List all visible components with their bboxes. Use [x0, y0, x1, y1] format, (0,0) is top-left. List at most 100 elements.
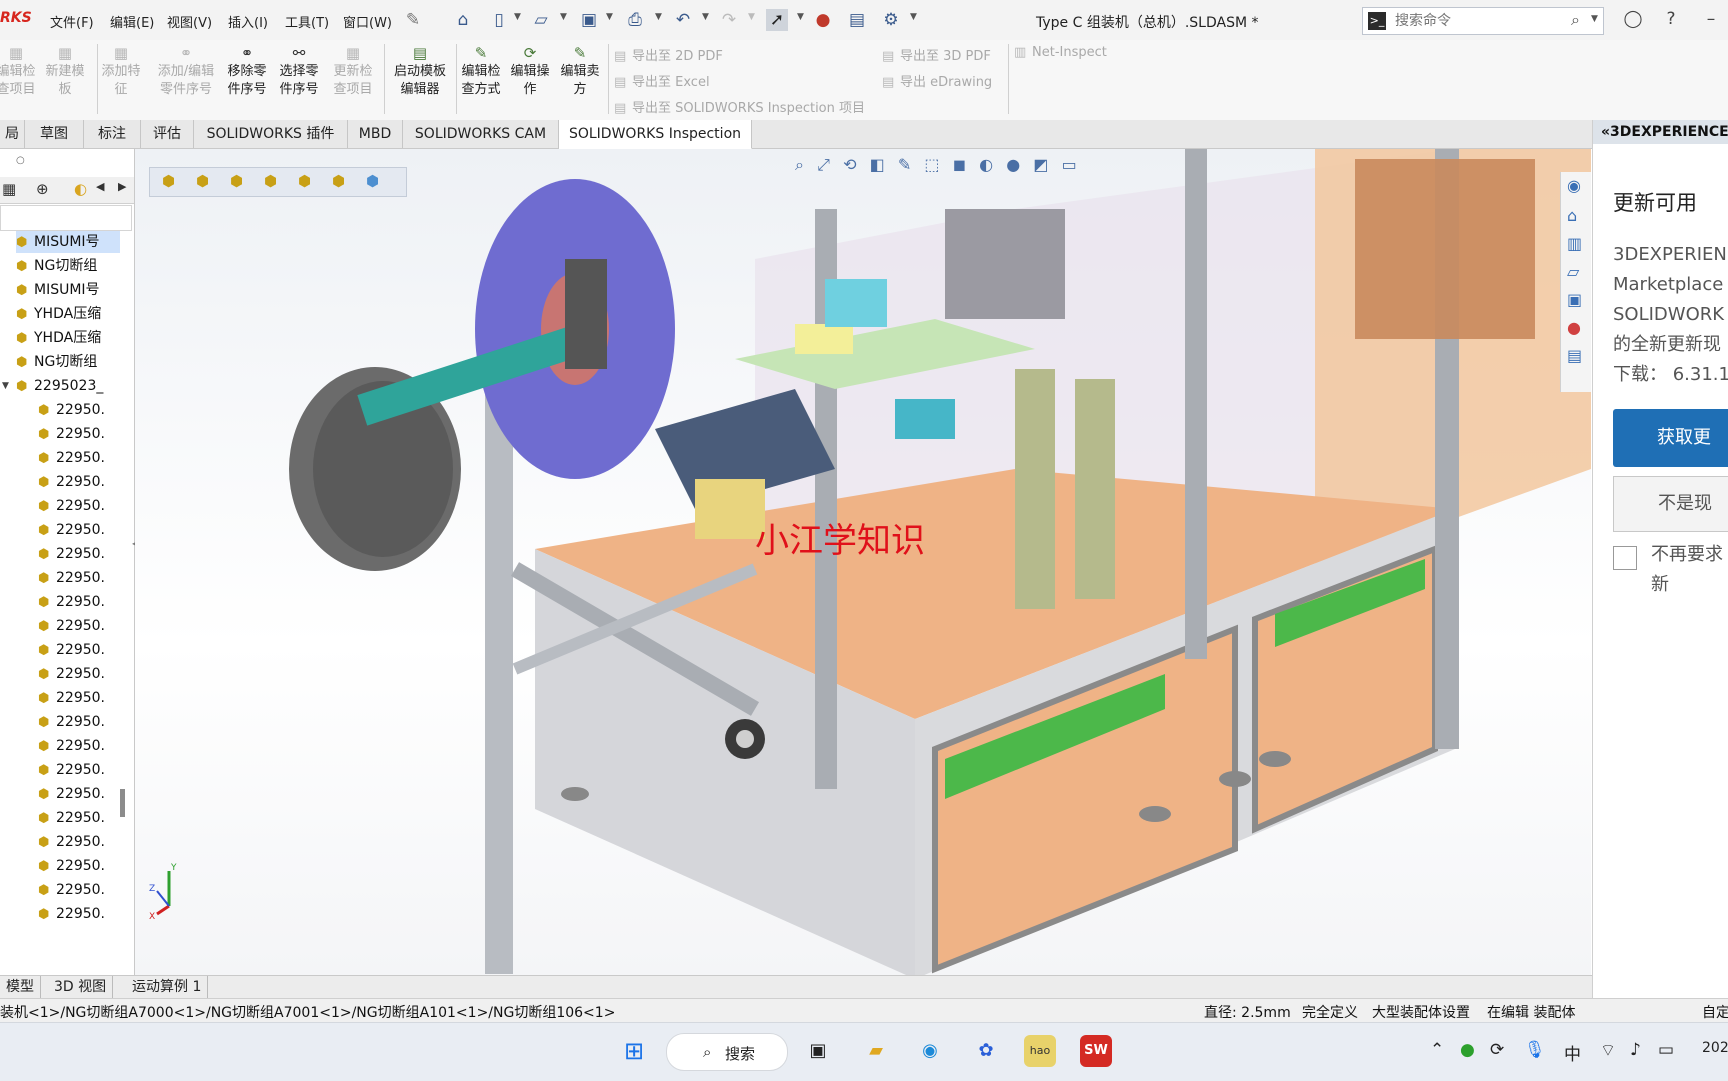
show-hidden-icons[interactable]: ⌃ — [1430, 1040, 1444, 1060]
tree-item[interactable]: ⬢ 22950. — [38, 567, 120, 589]
appearance-icon[interactable]: ● — [1006, 155, 1020, 174]
tab-3d-view[interactable]: 3D 视图 — [48, 976, 114, 998]
export-2d-pdf-button[interactable]: ▤ 导出至 2D PDF — [614, 45, 723, 64]
export-3d-pdf-button[interactable]: ▤ 导出至 3D PDF — [882, 45, 991, 64]
tab-motion-study[interactable]: 运动算例 1 — [126, 976, 209, 998]
new-document-icon[interactable]: ▯ — [488, 9, 510, 31]
design-library-icon[interactable]: ▥ — [1567, 234, 1582, 253]
tab-annotation[interactable]: 标注 — [84, 120, 141, 148]
subassembly-breadcrumb-icon[interactable]: ⬢ — [332, 172, 345, 190]
subassembly-breadcrumb-icon[interactable]: ⬢ — [264, 172, 277, 190]
windows-start-icon[interactable]: ⊞ — [618, 1035, 650, 1067]
home-icon[interactable]: ⌂ — [452, 9, 474, 31]
subassembly-breadcrumb-icon[interactable]: ⬢ — [230, 172, 243, 190]
view-settings-icon[interactable]: ▭ — [1062, 155, 1077, 174]
section-view-icon[interactable]: ◧ — [870, 155, 885, 174]
solidworks-resources-icon[interactable]: ⌂ — [1567, 206, 1577, 225]
net-inspect-button[interactable]: ▥ Net-Inspect — [1014, 45, 1107, 60]
tree-item[interactable]: ⬢ YHDA压缩 — [16, 327, 120, 349]
edit-inspection-method-button[interactable]: ✎ 编辑检 查方式 — [456, 44, 506, 99]
scene-icon[interactable]: ◩ — [1033, 155, 1048, 174]
zoom-area-icon[interactable]: ⤢ — [817, 155, 830, 175]
tree-scroll-left-icon[interactable]: ◀ — [96, 180, 104, 193]
minimize-icon[interactable]: – — [1700, 8, 1722, 30]
tree-item[interactable]: ▼ ⬢ 2295023_ — [2, 375, 120, 397]
dont-ask-again-checkbox[interactable] — [1613, 546, 1637, 570]
menu-window[interactable]: 窗口(W) — [343, 12, 392, 31]
dynamic-annotation-icon[interactable]: ✎ — [898, 155, 911, 174]
tree-item[interactable]: ⬢ 22950. — [38, 447, 120, 469]
tab-layout[interactable]: 局 — [0, 120, 25, 148]
launch-template-editor-button[interactable]: ▤ 启动模板 编辑器 — [388, 44, 452, 99]
tree-item[interactable]: ⬢ 22950. — [38, 831, 120, 853]
tree-item[interactable]: ⬢ 22950. — [38, 735, 120, 757]
display-style-icon[interactable]: ◼ — [953, 155, 966, 174]
config-manager-icon[interactable]: ▦ — [2, 180, 16, 198]
baidu-netdisk-icon[interactable]: ✿ — [970, 1035, 1002, 1067]
redo-dropdown-icon[interactable]: ▼ — [748, 12, 755, 22]
tree-item[interactable]: ⬢ 22950. — [38, 639, 120, 661]
tree-item[interactable]: ⬢ MISUMI号 — [16, 231, 120, 253]
subassembly-breadcrumb-icon[interactable]: ⬢ — [196, 172, 209, 190]
tab-model[interactable]: 模型 — [0, 976, 41, 998]
user-account-icon[interactable]: ◯ — [1622, 8, 1644, 30]
tree-item[interactable]: ⬢ 22950. — [38, 663, 120, 685]
select-balloon-button[interactable]: ⚯ 选择零 件序号 — [274, 44, 324, 99]
redo-icon[interactable]: ↷ — [718, 9, 740, 31]
search-icon[interactable]: ⌕ — [1571, 10, 1580, 30]
menu-tools[interactable]: 工具(T) — [285, 12, 329, 31]
print-icon[interactable]: ⎙ — [624, 9, 646, 31]
collapse-pane-icon[interactable]: « — [1601, 124, 1610, 140]
menu-view[interactable]: 视图(V) — [167, 12, 212, 31]
hide-show-icon[interactable]: ◐ — [979, 155, 993, 174]
help-icon[interactable]: ? — [1660, 8, 1682, 30]
tree-item[interactable]: ⬢ 22950. — [38, 495, 120, 517]
display-manager-icon[interactable]: ◐ — [74, 180, 87, 198]
appearances-icon[interactable]: ● — [1567, 318, 1581, 337]
3dexperience-icon[interactable]: ◉ — [1567, 176, 1581, 195]
tree-item[interactable]: ⬢ 22950. — [38, 423, 120, 445]
print-dropdown-icon[interactable]: ▼ — [655, 12, 662, 22]
tree-item[interactable]: ⬢ 22950. — [38, 519, 120, 541]
edge-browser-icon[interactable]: ◉ — [914, 1035, 946, 1067]
tree-collapse-icon[interactable]: ○ — [16, 155, 25, 166]
remove-balloon-button[interactable]: ⚭ 移除零 件序号 — [222, 44, 272, 99]
edit-operation-button[interactable]: ⟳ 编辑操 作 — [508, 44, 552, 99]
export-edrawing-button[interactable]: ▤ 导出 eDrawing — [882, 71, 992, 90]
select-dropdown-icon[interactable]: ▼ — [797, 12, 804, 22]
open-dropdown-icon[interactable]: ▼ — [560, 12, 567, 22]
new-dropdown-icon[interactable]: ▼ — [514, 12, 521, 22]
menu-edit[interactable]: 编辑(E) — [110, 12, 154, 31]
tree-item[interactable]: ⬢ 22950. — [38, 615, 120, 637]
tree-item[interactable]: ⬢ 22950. — [38, 783, 120, 805]
assembly-breadcrumb-icon[interactable]: ⬢ — [162, 172, 175, 190]
previous-view-icon[interactable]: ⟲ — [843, 155, 856, 174]
solidworks-taskbar-icon[interactable]: SW — [1080, 1035, 1112, 1067]
part-breadcrumb-icon[interactable]: ⬢ — [366, 172, 379, 190]
tab-evaluate[interactable]: 评估 — [141, 120, 194, 148]
view-palette-icon[interactable]: ▣ — [1567, 290, 1582, 309]
menu-insert[interactable]: 插入(I) — [228, 12, 268, 31]
view-orientation-icon[interactable]: ⬚ — [924, 155, 939, 174]
assembly-model[interactable] — [135, 149, 1591, 975]
export-inspection-project-button[interactable]: ▤ 导出至 SOLIDWORKS Inspection 项目 — [614, 97, 865, 116]
tree-item[interactable]: ⬢ 22950. — [38, 855, 120, 877]
file-explorer-taskbar-icon[interactable]: ▰ — [860, 1035, 892, 1067]
battery-icon[interactable]: ▭ — [1658, 1040, 1674, 1060]
volume-icon[interactable]: ♪ — [1630, 1040, 1641, 1060]
tree-item[interactable]: ⬢ 22950. — [38, 759, 120, 781]
search-input[interactable] — [1393, 10, 1567, 32]
custom-properties-icon[interactable]: ▤ — [1567, 346, 1582, 365]
subassembly-breadcrumb-icon[interactable]: ⬢ — [298, 172, 311, 190]
tree-item[interactable]: ⬢ YHDA压缩 — [16, 303, 120, 325]
search-dropdown-icon[interactable]: ▼ — [1591, 14, 1598, 24]
sync-tray-icon[interactable]: ⟳ — [1490, 1040, 1504, 1060]
customize-status[interactable]: 自定 — [1702, 1002, 1728, 1022]
microphone-icon[interactable]: 🎙 — [1524, 1040, 1546, 1060]
undo-icon[interactable]: ↶ — [672, 9, 694, 31]
tree-item[interactable]: ⬢ 22950. — [38, 399, 120, 421]
get-update-button[interactable]: 获取更 — [1613, 409, 1728, 467]
tree-item[interactable]: ⬢ 22950. — [38, 879, 120, 901]
edit-inspection-item-button[interactable]: ▦ 编辑检 查项目 — [0, 44, 38, 99]
options-gear-icon[interactable]: ⚙ — [880, 9, 902, 31]
